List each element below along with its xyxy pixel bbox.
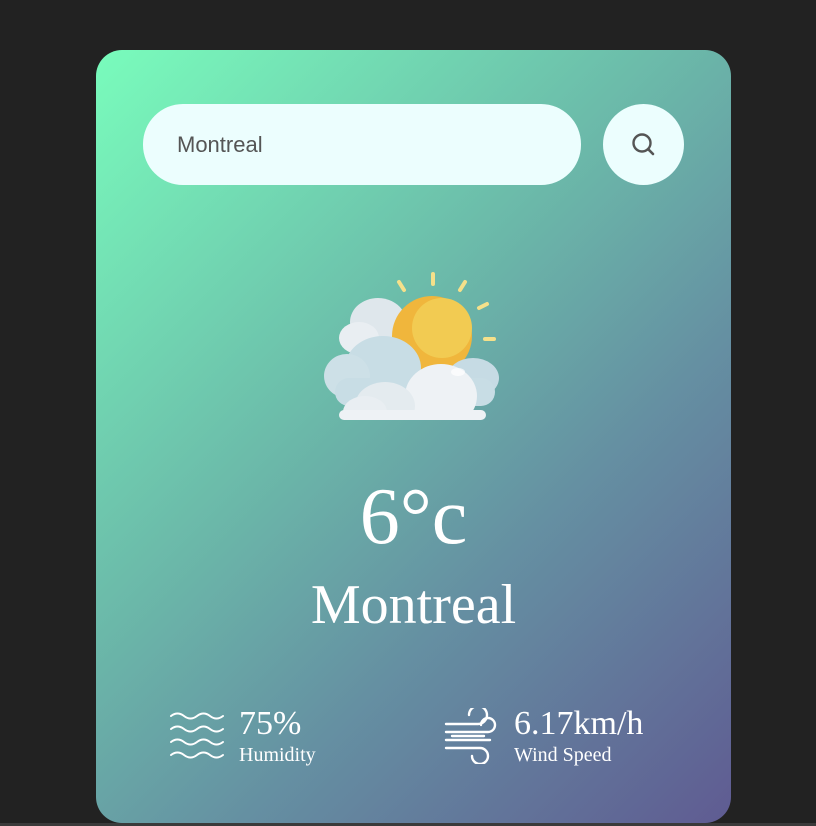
city-name: Montreal bbox=[310, 574, 517, 636]
search-icon bbox=[631, 132, 654, 155]
humidity-value: 75% bbox=[239, 705, 302, 742]
weather-details: 75% Humidity 6.17km/h Wind Speed bbox=[96, 705, 731, 775]
city-search-input[interactable] bbox=[143, 104, 581, 185]
temperature: 6°c bbox=[359, 473, 468, 561]
wind-speed-label: Wind Speed bbox=[514, 744, 612, 766]
partly-cloudy-sun-icon bbox=[324, 272, 499, 420]
wind-speed-value: 6.17km/h bbox=[514, 705, 644, 742]
search-button[interactable] bbox=[603, 104, 684, 185]
humidity-block: 75% Humidity bbox=[169, 705, 316, 767]
wind-block: 6.17km/h Wind Speed bbox=[444, 705, 643, 767]
humidity-waves-icon bbox=[170, 712, 224, 759]
weather-card: 6°c Montreal 75% Humidity bbox=[96, 50, 731, 823]
humidity-label: Humidity bbox=[239, 744, 316, 766]
wind-icon bbox=[444, 708, 497, 764]
